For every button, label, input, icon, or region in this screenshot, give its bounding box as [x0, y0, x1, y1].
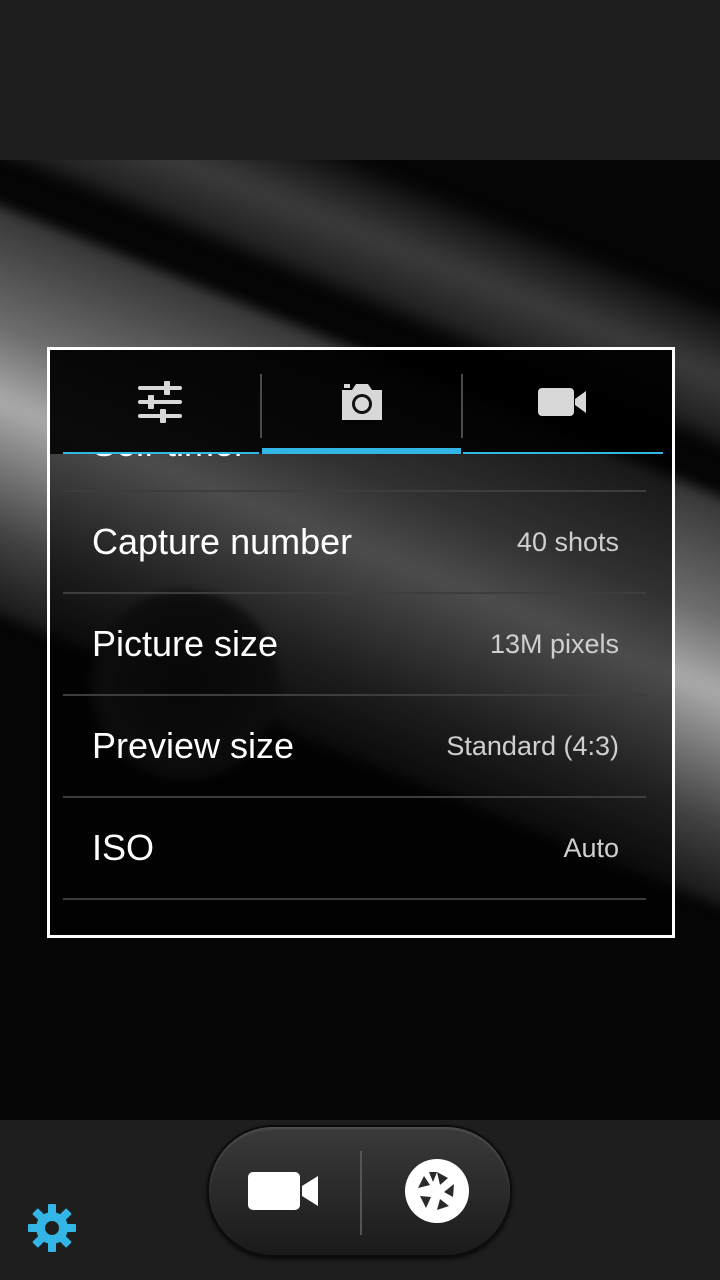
capture-controls: [207, 1125, 512, 1257]
video-camera-icon: [248, 1172, 318, 1210]
settings-row-value: Standard (4:3): [446, 731, 619, 761]
settings-row-capture-number[interactable]: Capture number 40 shots: [63, 492, 646, 594]
bottom-control-bar: [0, 1120, 720, 1280]
settings-row-picture-size[interactable]: Picture size 13M pixels: [63, 594, 646, 696]
tab-photo-settings[interactable]: [262, 350, 462, 454]
settings-row-preview-size[interactable]: Preview size Standard (4:3): [63, 696, 646, 798]
settings-row-label: Capture number: [92, 521, 353, 562]
settings-row-label: Self-timer: [92, 454, 246, 494]
shutter-icon: [405, 1159, 469, 1223]
settings-list[interactable]: Self-timer Off Capture number 40 shots P…: [63, 454, 646, 932]
settings-row-value: Off: [583, 454, 619, 494]
camera-settings-button[interactable]: [24, 1200, 80, 1256]
settings-row-label: ISO: [92, 827, 155, 868]
video-record-button[interactable]: [209, 1127, 359, 1255]
top-bar: [0, 0, 720, 160]
sliders-icon: [138, 381, 182, 423]
settings-tabs: [50, 350, 672, 454]
settings-row-value: 13M pixels: [489, 629, 619, 659]
video-camera-icon: [538, 388, 586, 416]
settings-panel: Self-timer Off Capture number 40 shots P…: [47, 347, 675, 938]
settings-row-label: Preview size: [92, 725, 295, 766]
settings-row-self-timer[interactable]: Self-timer Off: [63, 454, 646, 492]
settings-row-value: Auto: [563, 833, 619, 863]
camera-icon: [342, 384, 382, 420]
shutter-button[interactable]: [362, 1127, 512, 1255]
settings-row-label: Picture size: [92, 623, 279, 664]
tab-general-settings[interactable]: [60, 350, 260, 454]
settings-row-iso[interactable]: ISO Auto: [63, 798, 646, 900]
tab-video-settings[interactable]: [463, 350, 663, 454]
settings-row-value: 40 shots: [516, 527, 619, 557]
gear-icon: [28, 1204, 76, 1252]
